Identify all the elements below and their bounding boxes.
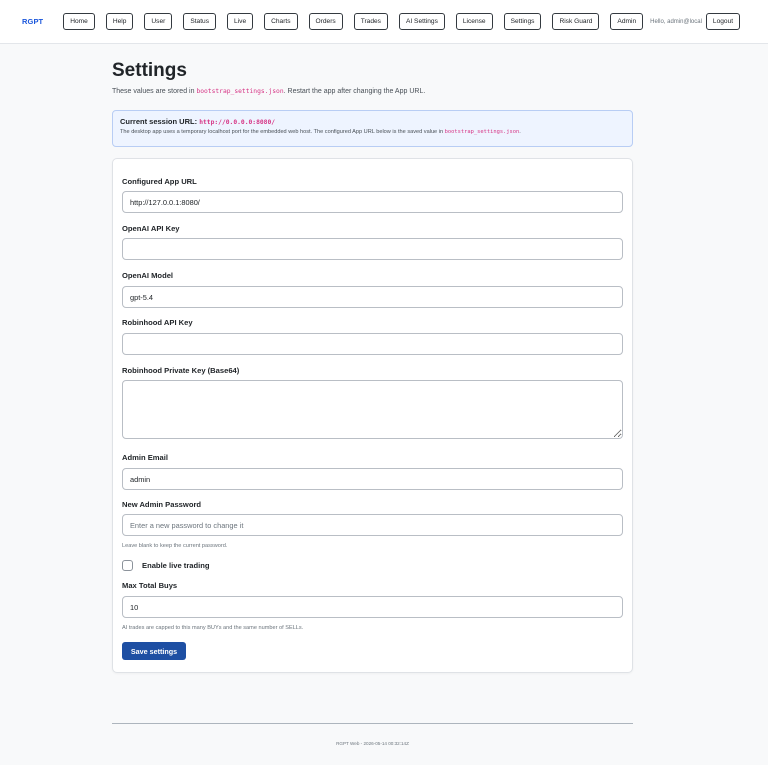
page-title: Settings [112,60,187,81]
nav-help-button[interactable]: Help [105,13,134,30]
user-greeting: Hello, admin@local [650,18,702,25]
session-note: The desktop app uses a temporary localho… [120,129,625,135]
max-buys-input[interactable] [122,596,623,618]
page-subtitle: These values are stored in bootstrap_set… [112,88,425,95]
app-url-input[interactable] [122,191,623,213]
openai-key-label: OpenAI API Key [122,224,180,233]
brand-logo[interactable]: RGPT [22,17,43,26]
nav-ai-settings-button[interactable]: AI Settings [398,13,445,30]
save-settings-button[interactable]: Save settings [122,642,186,660]
top-navbar: RGPT Home Help User Status Live Charts O… [0,0,768,44]
live-trading-checkbox[interactable] [122,560,133,571]
nav-live-button[interactable]: Live [227,13,254,30]
footer-text: RGPT Web - 2026-05-14 00:32:14Z [336,741,409,746]
nav-charts-button[interactable]: Charts [264,13,298,30]
session-url-line: Current session URL: http://0.0.0.0:8080… [120,117,625,126]
live-trading-label[interactable]: Enable live trading [142,561,210,570]
nav-home-button[interactable]: Home [63,13,95,30]
openai-key-input[interactable] [122,238,623,260]
nav-trades-button[interactable]: Trades [353,13,388,30]
session-note-suffix: . [519,129,521,135]
robinhood-key-input[interactable] [122,333,623,355]
nav-links: Home Help User Status Live Charts Orders… [63,13,741,30]
robinhood-private-key-textarea[interactable] [122,380,623,439]
session-url-value: http://0.0.0.0:8080/ [199,119,276,126]
nav-admin-button[interactable]: Admin [610,13,644,30]
nav-settings-button[interactable]: Settings [503,13,542,30]
openai-model-label: OpenAI Model [122,271,174,280]
admin-email-input[interactable] [122,468,623,490]
admin-password-label: New Admin Password [122,500,202,509]
max-buys-label: Max Total Buys [122,581,178,590]
nav-status-button[interactable]: Status [183,13,217,30]
nav-orders-button[interactable]: Orders [308,13,343,30]
subtitle-suffix: . Restart the app after changing the App… [283,88,426,95]
subtitle-file: bootstrap_settings.json [196,88,284,95]
app-url-label: Configured App URL [122,177,197,186]
logout-button[interactable]: Logout [705,13,741,30]
session-url-alert: Current session URL: http://0.0.0.0:8080… [112,110,633,147]
admin-password-input[interactable] [122,514,623,536]
nav-user-button[interactable]: User [144,13,173,30]
subtitle-prefix: These values are stored in [112,88,197,95]
live-trading-row[interactable]: Enable live trading [122,560,210,571]
admin-password-help: Leave blank to keep the current password… [122,543,228,549]
nav-risk-guard-button[interactable]: Risk Guard [552,13,600,30]
session-note-prefix: The desktop app uses a temporary localho… [120,129,445,135]
robinhood-private-key-label: Robinhood Private Key (Base64) [122,366,240,375]
robinhood-key-label: Robinhood API Key [122,318,193,327]
session-url-label: Current session URL: [120,117,198,126]
openai-model-input[interactable] [122,286,623,308]
session-note-file: bootstrap_settings.json [444,129,520,135]
nav-license-button[interactable]: License [455,13,493,30]
admin-email-label: Admin Email [122,453,168,462]
footer-divider [112,723,633,724]
max-buys-help: AI trades are capped to this many BUYs a… [122,625,304,631]
